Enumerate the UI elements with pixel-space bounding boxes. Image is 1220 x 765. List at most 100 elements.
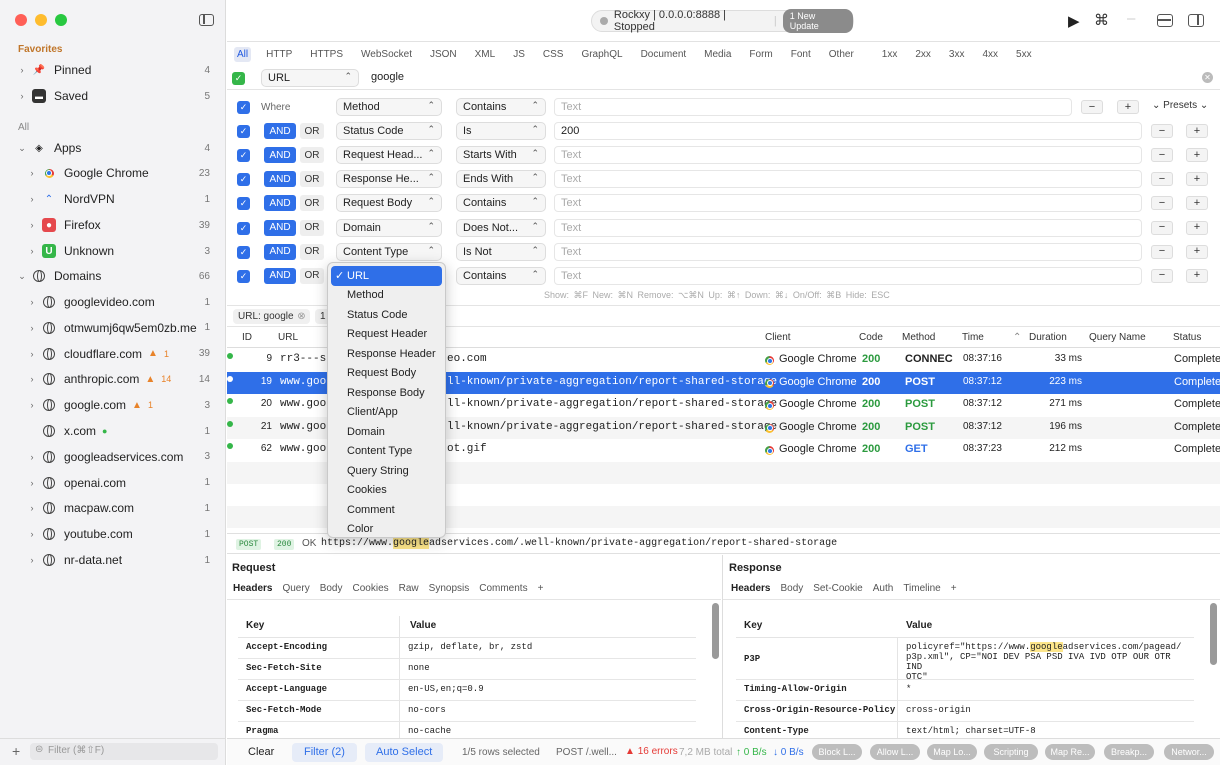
- tool-toggle-button[interactable]: Networ...: [1164, 744, 1214, 760]
- update-badge[interactable]: 1 New Update: [782, 9, 853, 33]
- rule-field-select[interactable]: Response He...: [336, 170, 442, 189]
- sidebar-item-domain[interactable]: › macpaw.com 1: [0, 497, 226, 519]
- filter-button[interactable]: Filter (2): [292, 743, 357, 762]
- col-time[interactable]: Time: [962, 332, 984, 343]
- sidebar-item-unknown[interactable]: › U Unknown 3: [0, 240, 226, 262]
- more-icon[interactable]: –: [1127, 10, 1135, 27]
- rule-operator-select[interactable]: Contains: [456, 194, 546, 213]
- tab-media[interactable]: Media: [701, 47, 734, 62]
- remove-rule-button[interactable]: −: [1151, 124, 1173, 139]
- rule-value-input[interactable]: Text: [554, 194, 1142, 213]
- sidebar-item-domains[interactable]: ⌄ Domains 66: [0, 265, 226, 287]
- dropdown-item[interactable]: Request Header: [331, 325, 442, 345]
- presets-menu[interactable]: ⌄ Presets ⌄: [1152, 100, 1208, 111]
- dropdown-item[interactable]: Status Code: [331, 305, 442, 325]
- response-tab[interactable]: Body: [780, 583, 803, 594]
- sidebar-item-domain[interactable]: › googlevideo.com 1: [0, 291, 226, 313]
- add-rule-button[interactable]: +: [1186, 196, 1208, 211]
- dropdown-item[interactable]: Response Header: [331, 344, 442, 364]
- scrollbar[interactable]: [1210, 603, 1217, 665]
- split-horizontal-icon[interactable]: [1157, 14, 1173, 27]
- rule-value-input[interactable]: 200: [554, 122, 1142, 141]
- response-tab[interactable]: Set-Cookie: [813, 583, 862, 594]
- clear-button[interactable]: Clear: [248, 746, 274, 758]
- rule-field-select[interactable]: Method: [336, 98, 442, 116]
- dropdown-item[interactable]: Cookies: [331, 481, 442, 501]
- sidebar-item-domain[interactable]: › anthropic.com ▲ 14 14: [0, 368, 226, 390]
- rule-operator-select[interactable]: Starts With: [456, 146, 546, 165]
- tab-css[interactable]: CSS: [540, 47, 567, 62]
- add-rule-button[interactable]: +: [1186, 148, 1208, 163]
- request-tab[interactable]: +: [538, 583, 544, 594]
- remove-rule-button[interactable]: −: [1151, 196, 1173, 211]
- rule-value-input[interactable]: Text: [554, 170, 1142, 189]
- col-url[interactable]: URL: [278, 332, 298, 343]
- rule-field-select[interactable]: Request Head...: [336, 146, 442, 165]
- sidebar-item-nordvpn[interactable]: › ⌃ NordVPN 1: [0, 188, 226, 210]
- scrollbar[interactable]: [712, 603, 719, 659]
- col-id[interactable]: ID: [242, 332, 252, 343]
- rule-field-select[interactable]: Request Body: [336, 194, 442, 213]
- response-tab[interactable]: Headers: [731, 583, 770, 594]
- rule-enabled-checkbox[interactable]: ✓: [237, 269, 250, 283]
- tab-3xx[interactable]: 3xx: [946, 47, 968, 62]
- response-tab[interactable]: +: [951, 583, 957, 594]
- rule-value-input[interactable]: Text: [554, 218, 1142, 237]
- tab-https[interactable]: HTTPS: [307, 47, 346, 62]
- sidebar-item-domain[interactable]: › googleadservices.com 3: [0, 446, 226, 468]
- add-rule-button[interactable]: +: [1186, 124, 1208, 139]
- filter-chip[interactable]: URL: google ⊗: [233, 309, 310, 324]
- request-tab[interactable]: Cookies: [353, 583, 389, 594]
- sidebar-item-domain[interactable]: › openai.com 1: [0, 472, 226, 494]
- tool-toggle-button[interactable]: Map Re...: [1045, 744, 1095, 760]
- rule-enabled-checkbox[interactable]: ✓: [237, 221, 250, 235]
- sidebar-filter-input[interactable]: ⊜ Filter (⌘⇧F): [30, 743, 218, 760]
- split-vertical-icon[interactable]: [1188, 14, 1204, 27]
- tab-form[interactable]: Form: [746, 47, 775, 62]
- dropdown-item[interactable]: Comment: [331, 500, 442, 520]
- sidebar-item-domain[interactable]: › nr-data.net 1: [0, 549, 226, 571]
- add-rule-button[interactable]: +: [1117, 100, 1139, 114]
- rule-enabled-checkbox[interactable]: ✓: [237, 125, 250, 139]
- remove-rule-button[interactable]: −: [1151, 220, 1173, 235]
- remove-rule-button[interactable]: −: [1151, 148, 1173, 163]
- and-button[interactable]: AND: [264, 219, 296, 236]
- tool-toggle-button[interactable]: Map Lo...: [927, 744, 977, 760]
- sidebar-item-pinned[interactable]: › 📌 Pinned 4: [0, 59, 226, 81]
- tab-other[interactable]: Other: [826, 47, 857, 62]
- remove-rule-button[interactable]: −: [1081, 100, 1103, 114]
- add-icon[interactable]: +: [12, 743, 20, 759]
- dropdown-item[interactable]: Method: [331, 286, 442, 306]
- col-method[interactable]: Method: [902, 332, 935, 343]
- sidebar-item-google-chrome[interactable]: › Google Chrome 23: [0, 162, 226, 184]
- command-icon[interactable]: ⌘: [1094, 11, 1109, 29]
- rule-field-select[interactable]: Domain: [336, 218, 442, 237]
- rule-operator-select[interactable]: Is Not: [456, 242, 546, 261]
- close-window-button[interactable]: [15, 14, 27, 26]
- add-rule-button[interactable]: +: [1186, 268, 1208, 283]
- and-button[interactable]: AND: [264, 171, 296, 188]
- col-duration[interactable]: Duration: [1029, 332, 1067, 343]
- rule-operator-select[interactable]: Contains: [456, 266, 546, 285]
- close-icon[interactable]: ⊗: [297, 309, 305, 324]
- remove-rule-button[interactable]: −: [1151, 172, 1173, 187]
- dropdown-item[interactable]: Response Body: [331, 383, 442, 403]
- and-button[interactable]: AND: [264, 147, 296, 164]
- remove-rule-button[interactable]: −: [1151, 244, 1173, 259]
- sidebar-item-apps[interactable]: ⌄ ◈ Apps 4: [0, 137, 226, 159]
- auto-select-button[interactable]: Auto Select: [365, 743, 444, 762]
- rule-field-select[interactable]: Status Code: [336, 122, 442, 141]
- tab-graphql[interactable]: GraphQL: [578, 47, 625, 62]
- sidebar-item-domain[interactable]: › otmwumj6qw5em0zb.me 1: [0, 317, 226, 339]
- dropdown-item[interactable]: Client/App: [331, 403, 442, 423]
- col-code[interactable]: Code: [859, 332, 883, 343]
- request-tab[interactable]: Synopsis: [429, 583, 470, 594]
- tool-toggle-button[interactable]: Block L...: [812, 744, 862, 760]
- tab-http[interactable]: HTTP: [263, 47, 295, 62]
- tab-5xx[interactable]: 5xx: [1013, 47, 1035, 62]
- sidebar-item-domain[interactable]: x.com ● 1: [0, 420, 226, 442]
- rule-operator-select[interactable]: Is: [456, 122, 546, 141]
- sidebar-item-domain[interactable]: › google.com ▲ 1 3: [0, 394, 226, 416]
- or-button[interactable]: OR: [300, 243, 324, 260]
- add-rule-button[interactable]: +: [1186, 220, 1208, 235]
